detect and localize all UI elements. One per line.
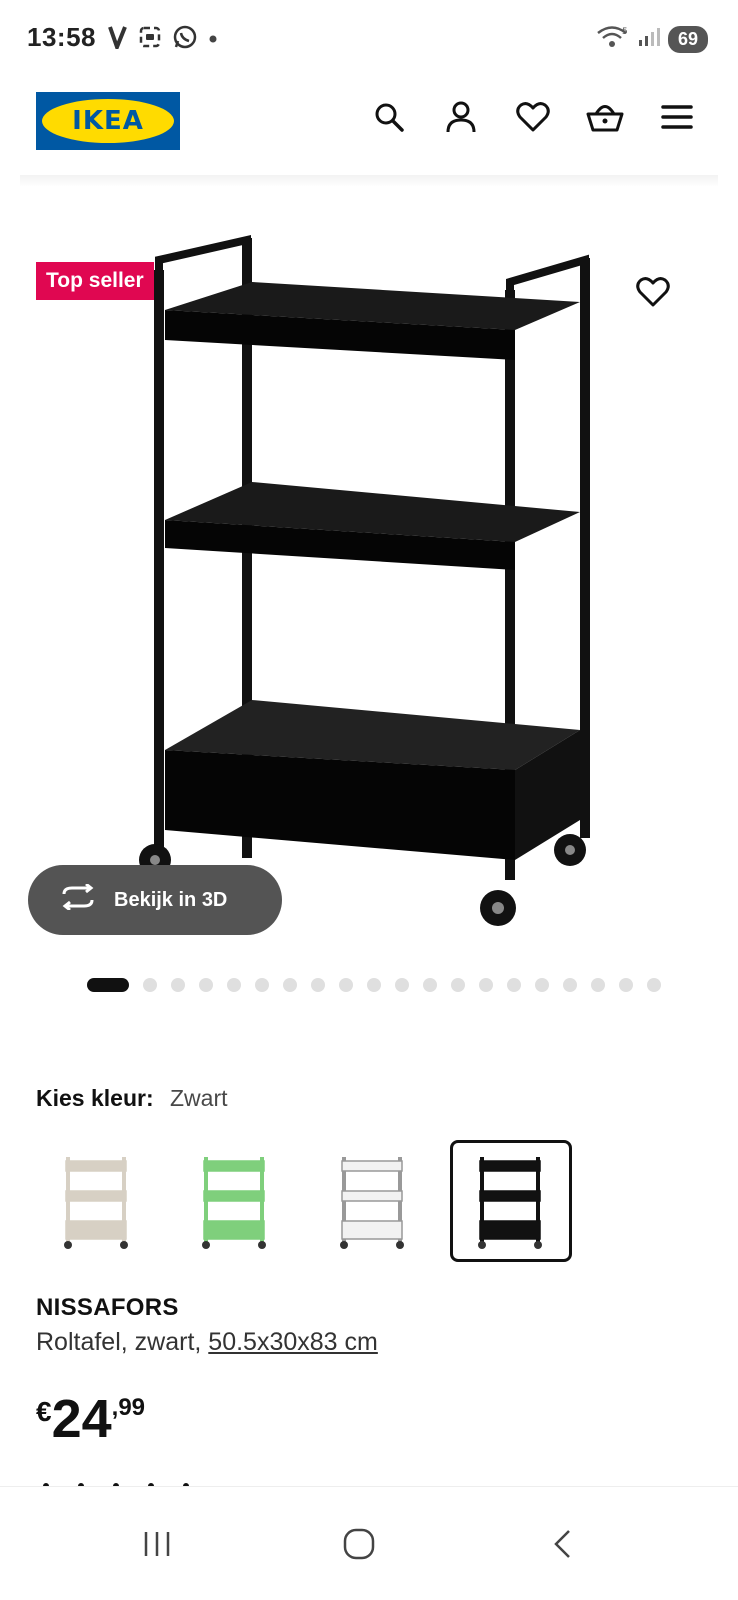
price-currency: € xyxy=(36,1396,52,1427)
status-icons-left xyxy=(108,24,218,55)
color-swatch[interactable] xyxy=(174,1140,296,1262)
home-icon[interactable] xyxy=(324,1509,394,1579)
pagination-dot[interactable] xyxy=(87,978,129,992)
logo-oval: IKEA xyxy=(42,99,174,143)
menu-icon[interactable] xyxy=(658,98,696,136)
selected-color: Zwart xyxy=(170,1085,228,1111)
product-dimensions-link[interactable]: 50.5x30x83 cm xyxy=(208,1328,378,1356)
pagination-dot[interactable] xyxy=(143,978,157,992)
pagination-dot[interactable] xyxy=(395,978,409,992)
pagination-dot[interactable] xyxy=(423,978,437,992)
color-swatch[interactable] xyxy=(450,1140,572,1262)
system-navbar xyxy=(0,1486,738,1600)
top-seller-badge: Top seller xyxy=(36,262,154,300)
ikea-logo[interactable]: IKEA xyxy=(36,92,180,150)
v-app-icon xyxy=(108,25,128,54)
product-gallery[interactable]: Top seller Bekijk in 3D xyxy=(0,190,738,970)
pagination-dot[interactable] xyxy=(619,978,633,992)
status-time: 13:58 xyxy=(27,22,96,52)
color-chooser: Kies kleur: Zwart xyxy=(36,1085,228,1112)
profile-icon[interactable] xyxy=(442,98,480,136)
pagination-dot[interactable] xyxy=(311,978,325,992)
swatch-cart-image xyxy=(340,1157,404,1249)
wifi-icon: 5 xyxy=(596,24,630,55)
status-icons-right: 5 69 xyxy=(596,24,708,55)
pagination-dot[interactable] xyxy=(339,978,353,992)
product-image xyxy=(139,234,590,926)
logo-text: IKEA xyxy=(72,106,144,136)
view-3d-button[interactable]: Bekijk in 3D xyxy=(28,865,282,935)
header-icons xyxy=(370,98,696,136)
pagination-dot[interactable] xyxy=(479,978,493,992)
pagination-dot[interactable] xyxy=(451,978,465,992)
whatsapp-icon xyxy=(172,24,198,55)
rotate-3d-icon xyxy=(58,882,98,916)
color-swatch[interactable] xyxy=(36,1140,158,1262)
pagination-dot[interactable] xyxy=(255,978,269,992)
search-icon[interactable] xyxy=(370,98,408,136)
color-swatch[interactable] xyxy=(312,1140,434,1262)
battery-icon: 69 xyxy=(667,26,708,53)
notification-dot-icon xyxy=(208,31,218,49)
back-icon[interactable] xyxy=(528,1509,598,1579)
pagination-dot[interactable] xyxy=(647,978,661,992)
product-name: NISSAFORS xyxy=(36,1294,179,1321)
recent-apps-icon[interactable] xyxy=(122,1509,192,1579)
product-type: Roltafel, zwart, xyxy=(36,1328,202,1356)
price-integer: 24 xyxy=(51,1389,112,1449)
view-3d-label: Bekijk in 3D xyxy=(114,888,228,911)
favorite-heart-icon[interactable] xyxy=(636,276,670,313)
swatch-cart-image xyxy=(64,1157,128,1249)
svg-text:5: 5 xyxy=(622,27,628,37)
color-label: Kies kleur: xyxy=(36,1085,154,1111)
site-header: IKEA xyxy=(0,80,738,185)
header-divider xyxy=(20,175,718,187)
pagination-dot[interactable] xyxy=(199,978,213,992)
color-swatches xyxy=(36,1140,572,1262)
status-bar: 13:58 5 69 xyxy=(0,0,738,80)
product-description: Roltafel, zwart, 50.5x30x83 cm xyxy=(36,1328,378,1357)
screenshot-icon xyxy=(138,25,162,54)
pagination-dot[interactable] xyxy=(591,978,605,992)
gallery-pagination[interactable] xyxy=(0,975,738,995)
pagination-dot[interactable] xyxy=(171,978,185,992)
pagination-dot[interactable] xyxy=(283,978,297,992)
product-price: € 24 ,99 xyxy=(36,1392,145,1446)
pagination-dot[interactable] xyxy=(507,978,521,992)
pagination-dot[interactable] xyxy=(367,978,381,992)
swatch-cart-image xyxy=(478,1157,542,1249)
pagination-dot[interactable] xyxy=(563,978,577,992)
pagination-dot[interactable] xyxy=(227,978,241,992)
pagination-dot[interactable] xyxy=(535,978,549,992)
basket-icon[interactable] xyxy=(586,98,624,136)
price-decimal: ,99 xyxy=(111,1394,146,1421)
swatch-cart-image xyxy=(202,1157,266,1249)
signal-icon xyxy=(638,26,660,53)
heart-icon[interactable] xyxy=(514,98,552,136)
